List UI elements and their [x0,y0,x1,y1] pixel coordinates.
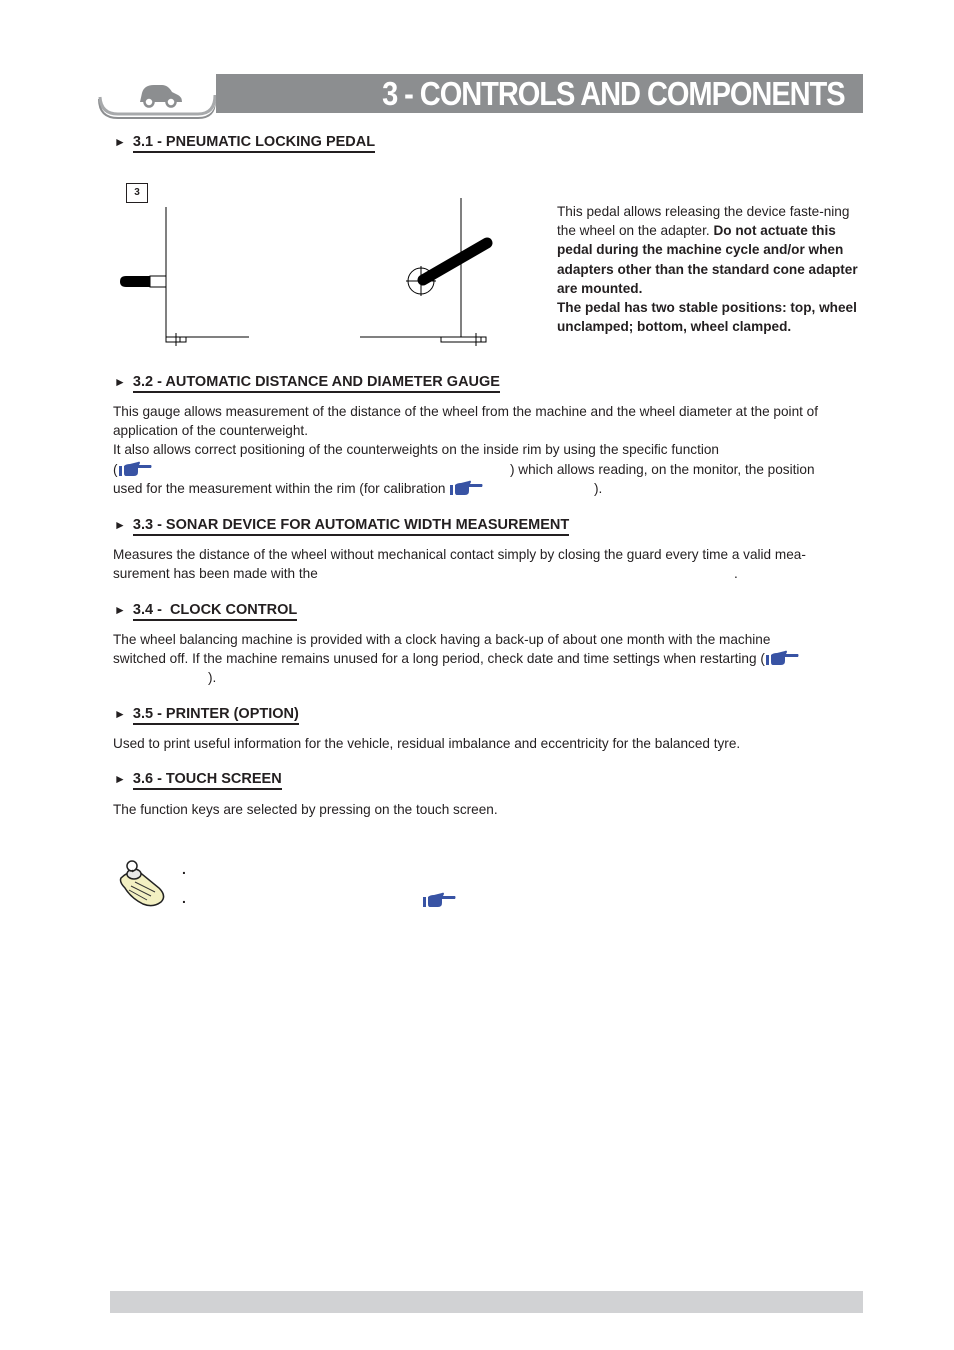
arrow-icon: ► [114,603,126,617]
footer-bar [110,1291,863,1313]
section-heading-3-2: ► 3.2 - AUTOMATIC DISTANCE AND DIAMETER G… [114,374,500,393]
pedal-figure [120,198,493,346]
pedal-description: This pedal allows releasing the device f… [557,204,858,335]
arrow-icon: ► [114,518,126,532]
section-3-6-text: The function keys are selected by pressi… [113,802,498,817]
section-3-2-text: This gauge allows measurement of the dis… [113,404,819,496]
pointing-hand-icon[interactable] [422,892,456,908]
section-3-4-text: The wheel balancing machine is provided … [113,630,865,688]
pedal-up-drawing [120,207,249,346]
note-pin-icon [119,860,165,907]
header-bar: 3 - CONTROLS AND COMPONENTS [216,74,863,113]
page-title: 3 - CONTROLS AND COMPONENTS [382,75,847,112]
arrow-icon: ► [114,135,126,149]
pointing-hand-icon[interactable] [449,480,483,496]
section-3-5-text: Used to print useful information for the… [113,736,741,751]
note-bullet: . [182,890,186,906]
header-tab [98,73,217,119]
pointing-hand-icon[interactable] [765,650,799,666]
section-heading-3-5: ► 3.5 - PRINTER (OPTION) [114,706,299,725]
arrow-icon: ► [114,375,126,389]
arrow-icon: ► [114,707,126,721]
section-3-3-text: Measures the distance of the wheel witho… [113,547,806,582]
note-bullet: . [182,861,186,877]
section-heading-3-4: ► 3.4 - CLOCK CONTROL [114,602,298,621]
arrow-icon: ► [114,772,126,786]
pedal-down-drawing [360,198,493,346]
section-heading-3-3: ► 3.3 - SONAR DEVICE FOR AUTOMATIC WIDTH … [114,517,570,536]
section-heading-3-1: ► 3.1 - PNEUMATIC LOCKING PEDAL [114,134,376,153]
pointing-hand-icon[interactable] [118,461,152,477]
section-heading-3-6: ► 3.6 - TOUCH SCREEN [114,771,282,790]
